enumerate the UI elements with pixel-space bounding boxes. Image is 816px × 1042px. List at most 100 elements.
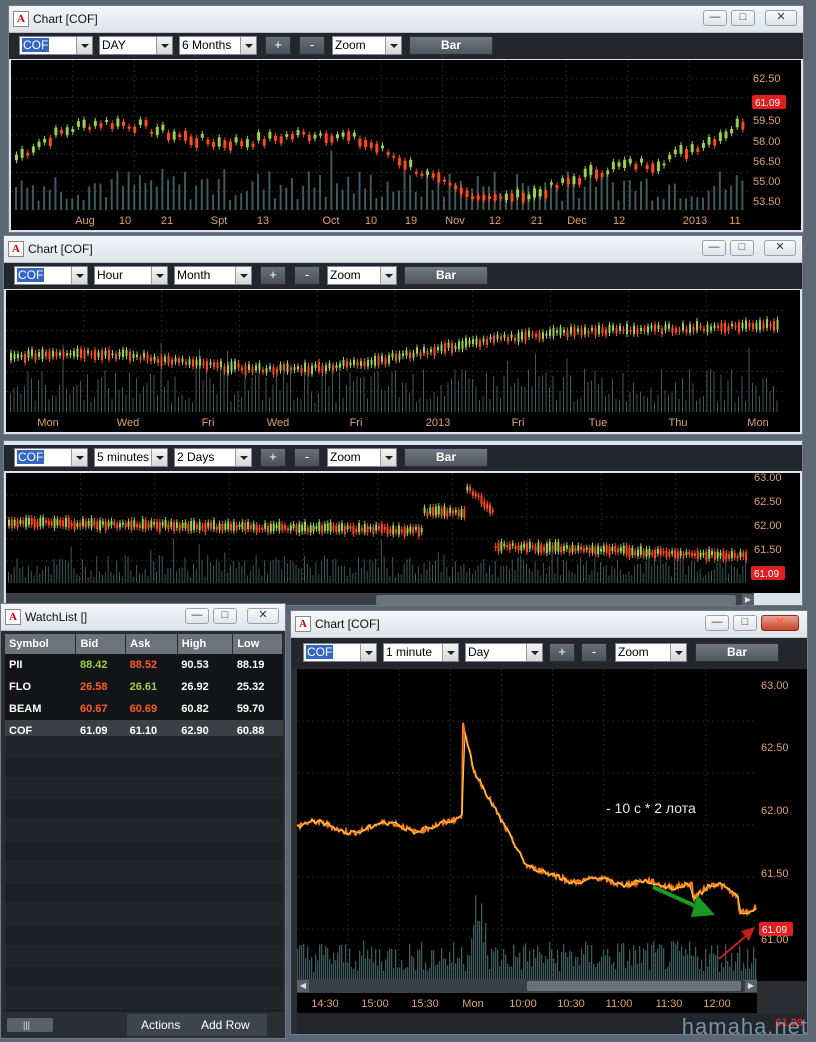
chart-window-daily-titlebar[interactable]: A Chart [COF] — □ ✕ bbox=[9, 6, 803, 33]
zoom-combo[interactable]: Zoom bbox=[332, 36, 402, 55]
volume-bar bbox=[121, 576, 123, 583]
volume-bar bbox=[369, 958, 371, 981]
x-axis-label: 19 bbox=[405, 215, 417, 227]
volume-bar bbox=[679, 198, 682, 210]
volume-bar bbox=[457, 957, 459, 981]
candle-body bbox=[255, 365, 257, 371]
time-axis: 14:30 15:00 15:30 Mon 10:00 10:30 11:00 11:30 12… bbox=[297, 993, 757, 1013]
range-combo[interactable]: Day bbox=[465, 643, 543, 662]
maximize-icon[interactable]: □ bbox=[213, 608, 237, 624]
bar-type-button[interactable]: Bar bbox=[404, 266, 488, 285]
volume-bar bbox=[297, 397, 298, 412]
candle-body bbox=[489, 504, 491, 514]
scrollbar-thumb[interactable] bbox=[376, 595, 736, 605]
scroll-right-icon[interactable]: ▶ bbox=[742, 594, 754, 605]
column-header-ask[interactable]: Ask bbox=[125, 634, 178, 654]
minimize-icon[interactable]: — bbox=[703, 10, 727, 26]
scroll-left-icon[interactable]: ◀ bbox=[297, 980, 309, 992]
intraday-1min-chart[interactable] bbox=[297, 669, 757, 981]
chevron-down-icon[interactable] bbox=[151, 267, 167, 284]
chevron-down-icon[interactable] bbox=[360, 644, 376, 661]
column-header-high[interactable]: High bbox=[177, 634, 234, 654]
interval-combo[interactable]: Hour bbox=[94, 266, 168, 285]
volume-bar bbox=[580, 398, 582, 412]
zoom-combo[interactable]: Zoom bbox=[615, 643, 687, 662]
add-row-button[interactable]: Add Row bbox=[201, 1018, 250, 1032]
candle-body bbox=[121, 121, 125, 127]
bar-type-button[interactable]: Bar bbox=[404, 448, 488, 467]
horizontal-scrollbar[interactable]: ◀ ▶ bbox=[297, 979, 757, 993]
close-icon[interactable]: ✕ bbox=[761, 615, 799, 631]
zoom-out-button[interactable]: - bbox=[294, 448, 320, 467]
interval-combo[interactable]: DAY bbox=[99, 36, 173, 55]
zoom-in-button[interactable]: + bbox=[265, 36, 291, 55]
minimize-icon[interactable]: — bbox=[702, 240, 726, 256]
maximize-icon[interactable]: □ bbox=[731, 10, 755, 26]
chevron-down-icon[interactable] bbox=[380, 449, 396, 466]
symbol-combo[interactable]: COF bbox=[303, 643, 377, 662]
range-combo[interactable]: 6 Months bbox=[179, 36, 257, 55]
chevron-down-icon[interactable] bbox=[151, 449, 167, 466]
close-icon[interactable]: ✕ bbox=[764, 240, 796, 256]
interval-combo[interactable]: 5 minutes bbox=[94, 448, 168, 467]
daily-price-chart[interactable]: 62.50 61.09 59.50 58.00 56.50 55.00 53.50 Aug 10… bbox=[11, 60, 801, 230]
zoom-in-button[interactable]: + bbox=[260, 448, 286, 467]
minimize-icon[interactable]: — bbox=[705, 615, 729, 631]
chevron-down-icon[interactable] bbox=[235, 449, 251, 466]
zoom-out-button[interactable]: - bbox=[294, 266, 320, 285]
chevron-down-icon[interactable] bbox=[235, 267, 251, 284]
interval-combo[interactable]: 1 minute bbox=[383, 643, 459, 662]
column-header-symbol[interactable]: Symbol bbox=[5, 634, 77, 654]
actions-button[interactable]: Actions bbox=[141, 1018, 180, 1032]
table-row[interactable]: FLO 26.58 26.61 26.92 25.32 bbox=[5, 676, 283, 698]
chevron-down-icon[interactable] bbox=[380, 267, 396, 284]
zoom-out-button[interactable]: - bbox=[299, 36, 325, 55]
range-combo[interactable]: 2 Days bbox=[174, 448, 252, 467]
candle-body bbox=[251, 143, 255, 147]
maximize-icon[interactable]: □ bbox=[733, 615, 757, 631]
minimize-icon[interactable]: — bbox=[185, 608, 209, 624]
zoom-in-button[interactable]: + bbox=[549, 643, 575, 662]
chevron-down-icon[interactable] bbox=[442, 644, 458, 661]
scrollbar-thumb[interactable] bbox=[527, 981, 741, 991]
chevron-down-icon[interactable] bbox=[526, 644, 542, 661]
volume-bar bbox=[315, 954, 317, 981]
horizontal-scrollbar[interactable]: ||| bbox=[7, 1018, 53, 1032]
volume-bar bbox=[415, 573, 416, 583]
symbol-combo[interactable]: COF bbox=[14, 266, 88, 285]
bar-type-button[interactable]: Bar bbox=[695, 643, 779, 662]
hourly-price-chart[interactable]: Mon Wed Fri Wed Fri 2013 Fri Tue Thu Mon bbox=[6, 290, 800, 432]
chevron-down-icon[interactable] bbox=[240, 37, 256, 54]
range-combo[interactable]: Month bbox=[174, 266, 252, 285]
table-row[interactable]: BEAM 60.67 60.69 60.82 59.70 bbox=[5, 698, 283, 720]
zoom-combo[interactable]: Zoom bbox=[327, 266, 397, 285]
chevron-down-icon[interactable] bbox=[76, 37, 92, 54]
symbol-combo[interactable]: COF bbox=[14, 448, 88, 467]
close-icon[interactable]: ✕ bbox=[247, 608, 279, 624]
volume-bar bbox=[397, 572, 399, 583]
volume-bar bbox=[54, 177, 57, 210]
bar-type-button[interactable]: Bar bbox=[409, 36, 493, 55]
maximize-icon[interactable]: □ bbox=[730, 240, 754, 256]
chevron-down-icon[interactable] bbox=[71, 267, 87, 284]
table-row[interactable]: PII 88.42 88.52 90.53 88.19 bbox=[5, 654, 283, 676]
chevron-down-icon[interactable] bbox=[71, 449, 87, 466]
volume-bar bbox=[691, 561, 693, 583]
chart-window-hourly-titlebar[interactable]: A Chart [COF] — □ ✕ bbox=[4, 236, 802, 263]
chart-window-1min-titlebar[interactable]: A Chart [COF] — □ ✕ bbox=[291, 611, 807, 638]
symbol-combo[interactable]: COF bbox=[19, 36, 93, 55]
zoom-combo[interactable]: Zoom bbox=[327, 448, 397, 467]
candle-body bbox=[41, 349, 44, 360]
chevron-down-icon[interactable] bbox=[670, 644, 686, 661]
scroll-right-icon[interactable]: ▶ bbox=[745, 980, 757, 992]
chevron-down-icon[interactable] bbox=[385, 37, 401, 54]
watchlist-titlebar[interactable]: A WatchList [] — □ ✕ bbox=[1, 604, 285, 631]
chevron-down-icon[interactable] bbox=[156, 37, 172, 54]
column-header-bid[interactable]: Bid bbox=[75, 634, 127, 654]
zoom-in-button[interactable]: + bbox=[260, 266, 286, 285]
close-icon[interactable]: ✕ bbox=[765, 10, 797, 26]
intraday-5min-chart[interactable]: 63.00 62.50 62.00 61.50 61.09 bbox=[6, 473, 800, 593]
watchlist-empty-rows[interactable] bbox=[5, 736, 283, 1012]
column-header-low[interactable]: Low bbox=[232, 634, 283, 654]
zoom-out-button[interactable]: - bbox=[581, 643, 607, 662]
